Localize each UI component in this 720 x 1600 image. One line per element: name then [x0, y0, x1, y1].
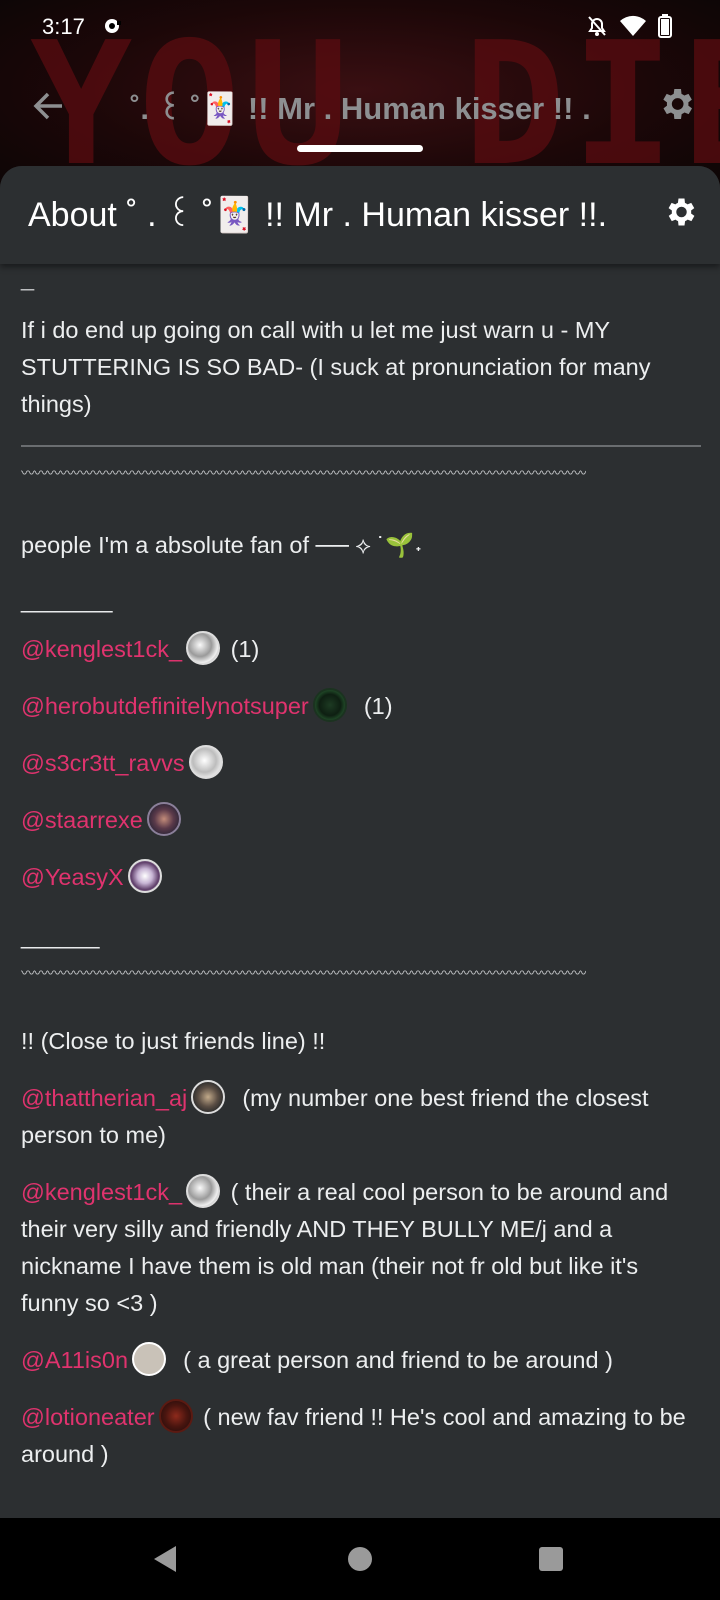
- friend-entry: @lotioneater ( new fav friend !! He's co…: [21, 1398, 701, 1473]
- fan-note: (1): [363, 693, 393, 719]
- fan-entry: @kenglest1ck_ (1): [21, 630, 701, 668]
- recents-square-icon[interactable]: [539, 1547, 563, 1571]
- system-nav-bar: [0, 1518, 720, 1600]
- fan-entry: @YeasyX: [21, 858, 701, 896]
- about-sheet: About ˚ . ꒰ ˚🃏 !! Mr . Human kisser !!..…: [0, 166, 720, 1518]
- sheet-title: About ˚ . ꒰ ˚🃏 !! Mr . Human kisser !!..…: [28, 196, 608, 234]
- friend-note: ( a great person and friend to be around…: [183, 1347, 613, 1373]
- user-mention[interactable]: @lotioneater: [21, 1404, 155, 1430]
- underscore-line: ______: [21, 923, 100, 949]
- divider: [21, 445, 701, 447]
- profile-title: ˚. ꒰ ˚🃏 !! Mr . Human kisser !! .: [130, 91, 591, 126]
- call-warning-text: If i do end up going on call with u let …: [21, 317, 651, 417]
- arrow-left-icon[interactable]: [30, 88, 66, 124]
- avatar[interactable]: [158, 1398, 193, 1433]
- avatar[interactable]: [186, 630, 221, 665]
- back-triangle-icon[interactable]: [152, 1544, 178, 1574]
- about-content: _ If i do end up going on call with u le…: [21, 264, 701, 1473]
- friend-entry: @kenglest1ck_ ( their a real cool person…: [21, 1173, 701, 1322]
- underscore-line: _______: [21, 587, 113, 613]
- user-mention[interactable]: @kenglest1ck_: [21, 1179, 182, 1205]
- user-mention[interactable]: @s3cr3tt_ravvs: [21, 750, 185, 776]
- fan-entry: @staarrexe: [21, 801, 701, 839]
- avatar[interactable]: [191, 1079, 226, 1114]
- avatar[interactable]: [188, 744, 223, 779]
- avatar[interactable]: [146, 801, 181, 836]
- profile-top-bar: ˚. ꒰ ˚🃏 !! Mr . Human kisser !! .: [0, 74, 720, 138]
- fan-entry: @herobutdefinitelynotsuper (1): [21, 687, 701, 725]
- avatar[interactable]: [127, 858, 162, 893]
- avatar[interactable]: [132, 1341, 167, 1376]
- wavy-divider: 〰〰〰〰〰〰〰〰〰〰〰〰〰〰〰〰〰〰〰〰〰〰〰〰〰〰〰〰〰〰〰〰〰〰〰〰〰〰〰〰…: [21, 465, 586, 481]
- battery-icon: [658, 14, 672, 38]
- notification-icon: [105, 19, 121, 33]
- fan-entry: @s3cr3tt_ravvs: [21, 744, 701, 782]
- friends-heading: !! (Close to just friends line) !!: [21, 1028, 326, 1054]
- sheet-drag-handle[interactable]: [297, 145, 423, 152]
- user-mention[interactable]: @YeasyX: [21, 864, 124, 890]
- user-mention[interactable]: @kenglest1ck_: [21, 636, 182, 662]
- home-circle-icon[interactable]: [348, 1547, 372, 1571]
- gear-icon[interactable]: [662, 194, 698, 230]
- gear-icon[interactable]: [656, 84, 696, 124]
- friend-entry: @A11is0n ( a great person and friend to …: [21, 1341, 701, 1379]
- avatar[interactable]: [312, 687, 347, 722]
- wifi-icon: [620, 15, 646, 36]
- friend-entry: @thattherian_aj (my number one best frie…: [21, 1079, 701, 1154]
- user-mention[interactable]: @A11is0n: [21, 1347, 128, 1373]
- status-time: 3:17: [42, 14, 85, 39]
- dash-line: _: [21, 265, 35, 291]
- status-bar: 3:17: [0, 0, 720, 54]
- do-not-disturb-icon: [588, 16, 606, 36]
- avatar[interactable]: [186, 1173, 221, 1208]
- wavy-divider: 〰〰〰〰〰〰〰〰〰〰〰〰〰〰〰〰〰〰〰〰〰〰〰〰〰〰〰〰〰〰〰〰〰〰〰〰〰〰〰〰…: [21, 965, 586, 981]
- sheet-header: About ˚ . ꒰ ˚🃏 !! Mr . Human kisser !!..…: [0, 166, 720, 264]
- fan-note: (1): [230, 636, 260, 662]
- status-icons: [586, 14, 672, 38]
- fans-heading: people I'm a absolute fan of ── ⟡ ˙🌱˖: [21, 532, 423, 558]
- user-mention[interactable]: @thattherian_aj: [21, 1085, 187, 1111]
- user-mention[interactable]: @staarrexe: [21, 807, 143, 833]
- user-mention[interactable]: @herobutdefinitelynotsuper: [21, 693, 309, 719]
